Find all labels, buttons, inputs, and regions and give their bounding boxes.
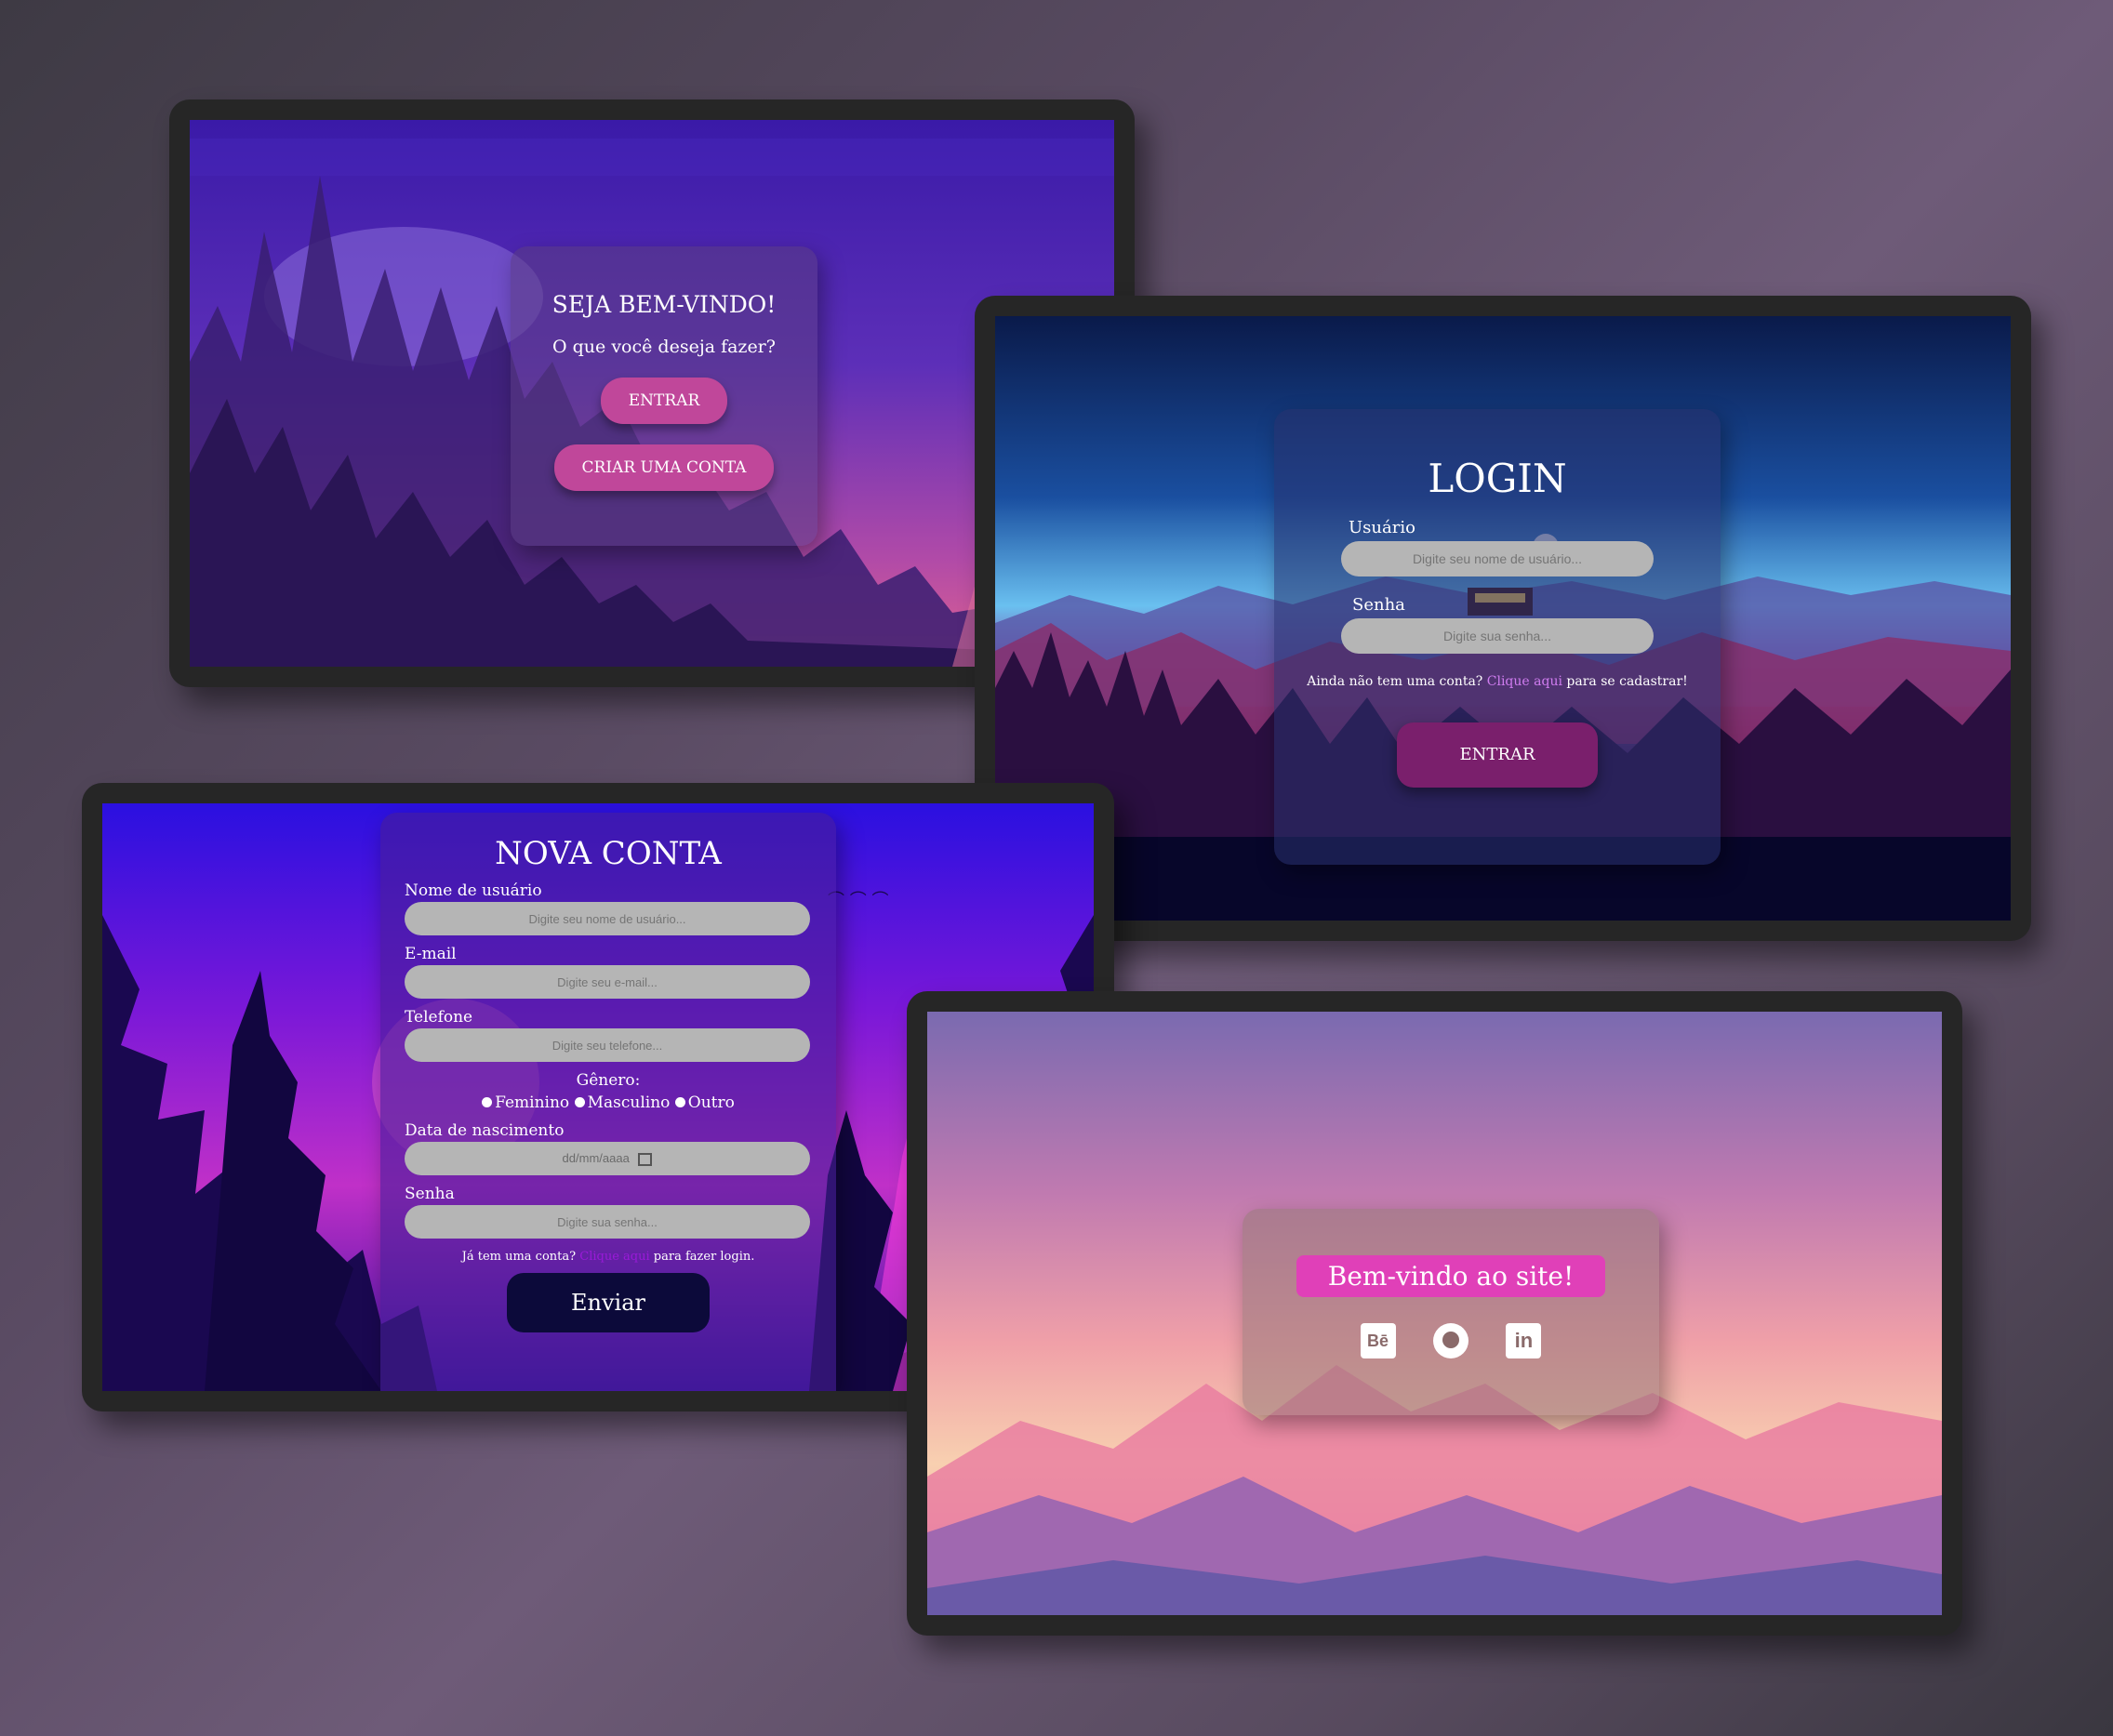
login-prefix: Já tem uma conta? [461, 1250, 577, 1264]
gender-radio-feminino[interactable]: Feminino [482, 1093, 569, 1112]
linkedin-icon[interactable]: in [1506, 1323, 1542, 1358]
home-screen: Bem-vindo ao site! Bē in [927, 1012, 1942, 1615]
signup-prefix: Ainda não tem uma conta? [1307, 674, 1483, 689]
login-card: LOGIN Usuário Senha Ainda não tem uma co… [1274, 409, 1721, 865]
github-cat-shape [1442, 1332, 1459, 1348]
calendar-icon[interactable] [638, 1152, 653, 1166]
github-icon[interactable] [1433, 1323, 1468, 1358]
phone-input[interactable] [405, 1028, 810, 1062]
login-title: LOGIN [1428, 456, 1567, 501]
email-input[interactable] [405, 965, 810, 999]
signup-link[interactable]: Clique aqui [1487, 674, 1562, 689]
greeting-badge: Bem-vindo ao site! [1296, 1255, 1606, 1297]
login-enter-button[interactable]: ENTRAR [1397, 722, 1598, 788]
signup-card: NOVA CONTA Nome de usuário E-mail Telefo… [380, 813, 836, 1391]
login-link[interactable]: Clique aqui [579, 1250, 649, 1264]
login-screen-frame: LOGIN Usuário Senha Ainda não tem uma co… [975, 296, 2031, 941]
username-input[interactable] [405, 902, 810, 935]
gender-label: Gênero: [576, 1071, 641, 1090]
login-hint: Já tem uma conta? Clique aqui para fazer… [380, 1250, 836, 1264]
user-input[interactable] [1341, 541, 1654, 576]
gender-options: Feminino Masculino Outro [380, 1093, 836, 1112]
signup-password-input[interactable] [405, 1205, 810, 1239]
welcome-title: SEJA BEM-VINDO! [552, 291, 777, 318]
gender-option-label: Outro [687, 1093, 735, 1112]
password-input[interactable] [1341, 618, 1654, 654]
radio-icon[interactable] [574, 1097, 585, 1107]
password-label: Senha [1352, 595, 1405, 615]
create-account-button[interactable]: CRIAR UMA CONTA [553, 444, 775, 491]
signup-title: NOVA CONTA [495, 835, 722, 872]
welcome-subtitle: O que você deseja fazer? [552, 337, 776, 357]
enter-button[interactable]: ENTRAR [600, 378, 728, 424]
home-screen-frame: Bem-vindo ao site! Bē in [907, 991, 1962, 1636]
birthdate-input[interactable]: dd/mm/aaaa [405, 1142, 810, 1175]
phone-label: Telefone [405, 1008, 473, 1027]
username-label: Nome de usuário [405, 881, 542, 900]
gender-radio-masculino[interactable]: Masculino [574, 1093, 671, 1112]
radio-icon[interactable] [674, 1097, 685, 1107]
gender-option-label: Feminino [495, 1093, 570, 1112]
signup-suffix: para se cadastrar! [1566, 674, 1688, 689]
email-label: E-mail [405, 945, 457, 963]
login-screen: LOGIN Usuário Senha Ainda não tem uma co… [995, 316, 2011, 921]
signup-password-label: Senha [405, 1185, 455, 1203]
submit-button[interactable]: Enviar [507, 1273, 710, 1332]
birthdate-placeholder: dd/mm/aaaa [562, 1151, 630, 1165]
radio-icon[interactable] [482, 1097, 493, 1107]
login-suffix: para fazer login. [653, 1250, 755, 1264]
welcome-card: SEJA BEM-VINDO! O que você deseja fazer?… [511, 246, 817, 546]
behance-icon[interactable]: Bē [1360, 1323, 1396, 1358]
gender-option-label: Masculino [587, 1093, 671, 1112]
signup-hint: Ainda não tem uma conta? Clique aqui par… [1274, 674, 1721, 689]
birthdate-label: Data de nascimento [405, 1121, 565, 1140]
user-label: Usuário [1349, 518, 1415, 537]
social-links: Bē in [1243, 1323, 1659, 1358]
svg-text:⌒ ⌒ ⌒: ⌒ ⌒ ⌒ [828, 891, 888, 910]
gender-radio-outro[interactable]: Outro [674, 1093, 735, 1112]
home-card: Bem-vindo ao site! Bē in [1243, 1209, 1659, 1415]
